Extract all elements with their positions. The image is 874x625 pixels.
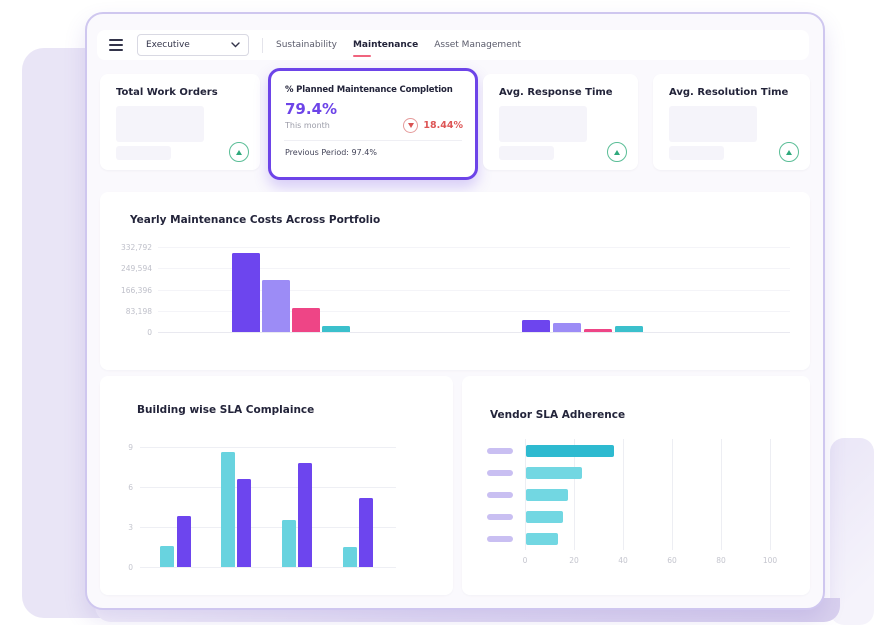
chevron-down-icon bbox=[231, 42, 240, 48]
maintenance-costs-plot bbox=[158, 247, 790, 332]
tab-maintenance[interactable]: Maintenance bbox=[353, 30, 418, 60]
tab-asset-management[interactable]: Asset Management bbox=[434, 30, 521, 60]
gridline bbox=[158, 247, 790, 248]
kpi-title: % Planned Maintenance Completion bbox=[285, 85, 453, 95]
redacted-vendor-label bbox=[487, 492, 513, 498]
chart-title: Yearly Maintenance Costs Across Portfoli… bbox=[130, 214, 380, 226]
x-axis-tick-label: 40 bbox=[618, 556, 628, 565]
adherence-bar bbox=[526, 511, 563, 523]
gridline bbox=[721, 439, 722, 550]
sla-bar-purple bbox=[237, 479, 251, 567]
x-axis-tick-label: 60 bbox=[667, 556, 677, 565]
gridline bbox=[158, 332, 790, 333]
sla-bar-cyan bbox=[282, 520, 296, 567]
cost-bar bbox=[322, 326, 350, 332]
adherence-bar bbox=[526, 489, 568, 501]
arrow-up-circle-icon bbox=[779, 142, 799, 162]
y-axis-tick-label: 166,396 bbox=[100, 286, 152, 295]
y-axis-tick-label: 3 bbox=[106, 523, 133, 532]
cost-bar bbox=[292, 308, 320, 332]
kpi-card-total-work-orders[interactable]: Total Work Orders bbox=[100, 74, 260, 170]
vendor-sla-chart-card: Vendor SLA Adherence 0 20 40 60 80 100 bbox=[462, 376, 810, 595]
top-bar: Executive Sustainability Maintenance Asset… bbox=[97, 30, 809, 60]
cost-bar bbox=[615, 326, 643, 332]
gridline bbox=[623, 439, 624, 550]
gridline bbox=[140, 487, 396, 488]
sla-bar-cyan bbox=[160, 546, 174, 567]
arrow-up-circle-icon bbox=[229, 142, 249, 162]
gridline bbox=[140, 567, 396, 568]
cost-bar bbox=[584, 329, 612, 332]
x-axis-tick-label: 20 bbox=[569, 556, 579, 565]
redacted-vendor-label bbox=[487, 536, 513, 542]
y-axis-tick-label: 249,594 bbox=[100, 264, 152, 273]
gridline bbox=[140, 447, 396, 448]
sla-bar-purple bbox=[177, 516, 191, 567]
sla-bar-purple bbox=[359, 498, 373, 567]
redacted-value-placeholder bbox=[116, 106, 204, 142]
kpi-card-planned-maintenance-completion[interactable]: % Planned Maintenance Completion 79.4% T… bbox=[268, 68, 478, 180]
redacted-vendor-label bbox=[487, 514, 513, 520]
kpi-card-avg-response-time[interactable]: Avg. Response Time bbox=[483, 74, 638, 170]
gridline bbox=[672, 439, 673, 550]
kpi-delta-value: 18.44% bbox=[423, 120, 463, 131]
y-axis-tick-label: 9 bbox=[106, 443, 133, 452]
redacted-label-placeholder bbox=[669, 146, 724, 160]
kpi-title: Avg. Response Time bbox=[499, 87, 613, 98]
redacted-vendor-label bbox=[487, 470, 513, 476]
redacted-vendor-label bbox=[487, 448, 513, 454]
chart-title: Building wise SLA Complaince bbox=[137, 404, 314, 416]
kpi-title: Total Work Orders bbox=[116, 87, 218, 98]
kpi-value: 79.4% bbox=[285, 100, 337, 118]
redacted-label-placeholder bbox=[499, 146, 554, 160]
kpi-card-avg-resolution-time[interactable]: Avg. Resolution Time bbox=[653, 74, 810, 170]
kpi-delta: 18.44% bbox=[403, 118, 463, 133]
building-sla-chart-card: Building wise SLA Complaince 9 6 3 0 bbox=[100, 376, 453, 595]
x-axis-tick-label: 80 bbox=[716, 556, 726, 565]
adherence-bar bbox=[526, 445, 614, 457]
arrow-down-circle-icon bbox=[403, 118, 418, 133]
adherence-bar bbox=[526, 467, 582, 479]
vendor-sla-plot bbox=[525, 439, 771, 550]
chart-title: Vendor SLA Adherence bbox=[490, 409, 625, 421]
y-axis-tick-label: 83,198 bbox=[100, 307, 152, 316]
y-axis-tick-label: 0 bbox=[106, 563, 133, 572]
kpi-title: Avg. Resolution Time bbox=[669, 87, 788, 98]
x-axis-tick-label: 100 bbox=[763, 556, 777, 565]
y-axis-tick-label: 6 bbox=[106, 483, 133, 492]
tab-bar: Sustainability Maintenance Asset Managemen… bbox=[276, 30, 521, 60]
dashboard-container: Executive Sustainability Maintenance Asset… bbox=[85, 12, 825, 610]
y-axis-tick-label: 332,792 bbox=[100, 243, 152, 252]
background-shape-right bbox=[830, 438, 874, 625]
redacted-value-placeholder bbox=[669, 106, 757, 142]
arrow-up-circle-icon bbox=[607, 142, 627, 162]
sla-bar-purple bbox=[298, 463, 312, 567]
y-axis-tick-label: 0 bbox=[100, 328, 152, 337]
redacted-value-placeholder bbox=[499, 106, 587, 142]
tab-sustainability[interactable]: Sustainability bbox=[276, 30, 337, 60]
redacted-label-placeholder bbox=[116, 146, 171, 160]
kpi-previous-period: Previous Period: 97.4% bbox=[285, 148, 377, 157]
divider bbox=[284, 140, 462, 141]
cost-bar bbox=[522, 320, 550, 332]
gridline bbox=[770, 439, 771, 550]
maintenance-costs-chart-card: Yearly Maintenance Costs Across Portfoli… bbox=[100, 192, 810, 370]
adherence-bar bbox=[526, 533, 558, 545]
cost-bar bbox=[553, 323, 581, 332]
building-sla-plot bbox=[140, 447, 396, 567]
kpi-period-label: This month bbox=[285, 121, 330, 130]
sla-bar-cyan bbox=[221, 452, 235, 567]
sla-bar-cyan bbox=[343, 547, 357, 567]
executive-dropdown[interactable]: Executive bbox=[137, 34, 249, 56]
x-axis-tick-label: 0 bbox=[523, 556, 528, 565]
dropdown-value: Executive bbox=[146, 40, 190, 50]
cost-bar bbox=[232, 253, 260, 332]
hamburger-menu-icon[interactable] bbox=[109, 39, 123, 51]
topbar-divider bbox=[262, 38, 263, 53]
cost-bar bbox=[262, 280, 290, 332]
